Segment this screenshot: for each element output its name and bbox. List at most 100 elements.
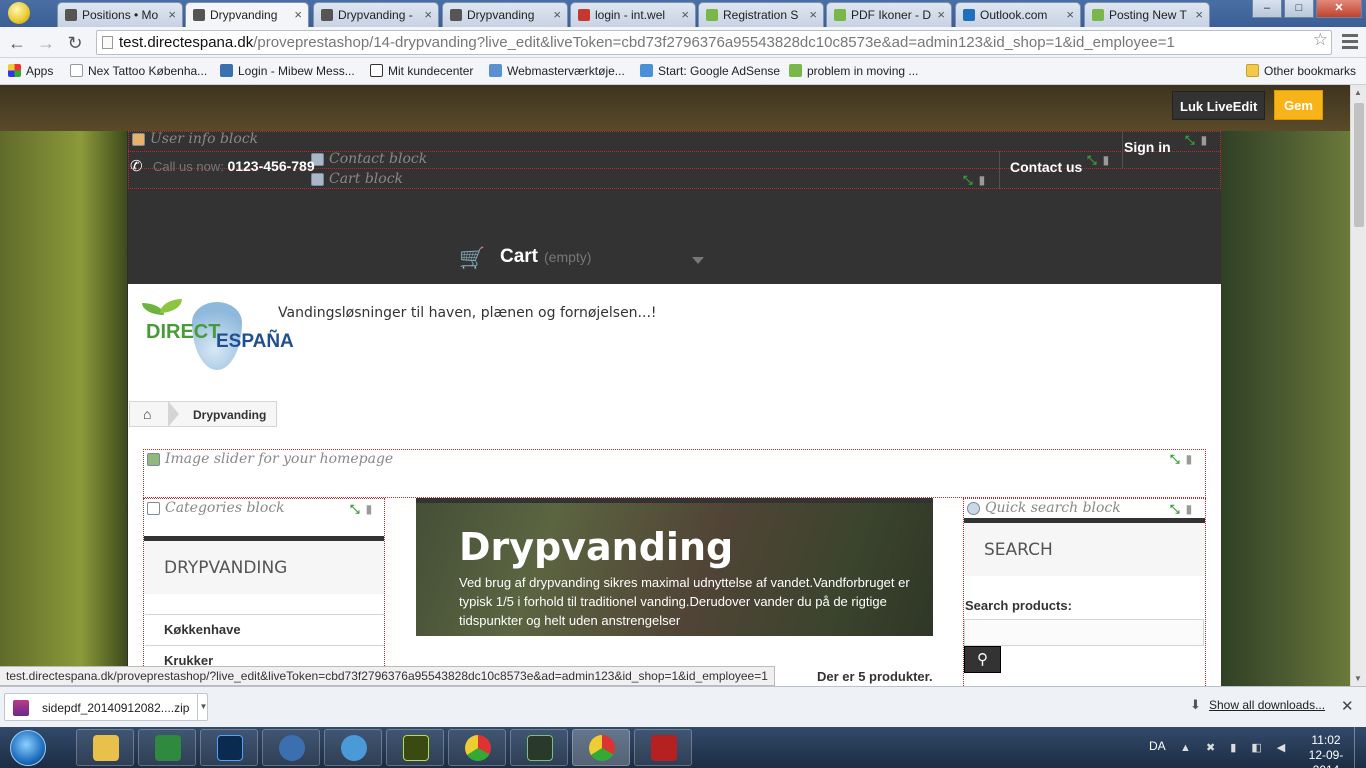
move-icon[interactable]: ⤡ <box>1170 502 1180 516</box>
categories-tools: ⤡ ▮ <box>350 502 372 517</box>
tab-4[interactable]: login - int.wel × <box>570 2 696 27</box>
tab-0[interactable]: Positions • Mo × <box>57 2 183 27</box>
tab-close-icon[interactable]: × <box>809 7 817 22</box>
taskbar-explorer[interactable] <box>76 729 134 766</box>
scrollbar-thumb[interactable] <box>1354 103 1364 227</box>
tab-7[interactable]: Outlook.com × <box>955 2 1081 27</box>
taskbar-thunderbird[interactable] <box>262 729 320 766</box>
taskbar-excel[interactable] <box>138 729 196 766</box>
cart-button[interactable]: 🛒 Cart (empty) <box>459 246 591 270</box>
bookmark-apps[interactable]: Apps <box>8 64 53 78</box>
windows-logo-icon <box>10 730 46 766</box>
tab-close-icon[interactable]: × <box>168 7 176 22</box>
tab-close-icon[interactable]: × <box>553 7 561 22</box>
window-controls: – □ ✕ <box>1252 0 1362 18</box>
save-button[interactable]: Gem <box>1274 90 1323 120</box>
bookmark-problem[interactable]: problem in moving ... <box>789 64 918 78</box>
browser-logo-icon <box>8 2 30 24</box>
sign-in-link[interactable]: Sign in <box>1124 139 1171 155</box>
download-item[interactable]: sidepdf_20140912082....zip ▼ <box>4 693 208 721</box>
bookmark-kundecenter[interactable]: Mit kundecenter <box>370 64 473 78</box>
bookmark-webmaster[interactable]: Webmasterværktøje... <box>489 64 625 78</box>
chat-icon <box>220 64 233 77</box>
minimize-icon[interactable]: – <box>1252 0 1282 18</box>
page-icon <box>102 36 113 49</box>
move-icon[interactable]: ⤡ <box>1170 452 1180 466</box>
tab-1[interactable]: Drypvanding × <box>185 2 309 27</box>
delete-icon[interactable]: ▮ <box>1103 153 1110 167</box>
chrome-icon <box>465 735 491 761</box>
dreamweaver-icon <box>403 735 429 761</box>
move-icon[interactable]: ⤡ <box>1087 153 1097 167</box>
categories-heading: DRYPVANDING <box>144 536 384 594</box>
tab-5[interactable]: Registration S × <box>698 2 824 27</box>
forward-icon[interactable]: → <box>35 32 57 54</box>
category-link-kokkenhave[interactable]: Køkkenhave <box>164 622 241 637</box>
browser-menu-icon[interactable] <box>1342 34 1358 52</box>
monitor-icon <box>527 735 553 761</box>
delete-icon[interactable]: ▮ <box>366 502 373 516</box>
mail-icon <box>279 735 305 761</box>
close-window-icon[interactable]: ✕ <box>1316 0 1362 18</box>
chevron-down-icon[interactable]: ▼ <box>197 694 209 720</box>
bookmark-nex-tattoo[interactable]: Nex Tattoo Københa... <box>70 64 207 78</box>
contact-us-link[interactable]: Contact us <box>1010 159 1082 175</box>
taskbar-monitor[interactable] <box>510 729 568 766</box>
taskbar-photoshop[interactable] <box>200 729 258 766</box>
user-info-tools: ⤡ ▮ <box>1185 133 1207 148</box>
address-bar[interactable]: test.directespana.dk/proveprestashop/14-… <box>96 30 1332 55</box>
move-icon[interactable]: ⤡ <box>1185 133 1195 147</box>
category-description: Ved brug af drypvanding sikres maximal u… <box>459 575 910 628</box>
product-count: Der er 5 produkter. <box>817 669 933 684</box>
tab-close-icon[interactable]: × <box>294 7 302 22</box>
move-icon[interactable]: ⤡ <box>350 502 360 516</box>
delete-icon[interactable]: ▮ <box>979 173 986 187</box>
bookmark-other[interactable]: Other bookmarks <box>1246 64 1356 78</box>
chevron-down-icon[interactable] <box>692 257 704 264</box>
bookmark-mibew[interactable]: Login - Mibew Mess... <box>220 64 355 78</box>
move-icon[interactable]: ⤡ <box>963 173 973 187</box>
taskbar-safari[interactable] <box>324 729 382 766</box>
reload-icon[interactable]: ↻ <box>64 32 86 54</box>
taskbar-chrome-active[interactable] <box>572 729 630 766</box>
tray-icons[interactable]: ▲ ✖ ▮ ◧ ◀ <box>1180 741 1291 754</box>
taskbar-dreamweaver[interactable] <box>386 729 444 766</box>
maximize-icon[interactable]: □ <box>1284 0 1314 18</box>
delete-icon[interactable]: ▮ <box>1201 133 1208 147</box>
search-icon: ⚲ <box>977 651 988 668</box>
tab-close-icon[interactable]: × <box>937 7 945 22</box>
home-icon[interactable]: ⌂ <box>143 406 151 422</box>
bookmark-adsense[interactable]: Start: Google AdSense <box>640 64 780 78</box>
taskbar-chrome[interactable] <box>448 729 506 766</box>
start-button[interactable] <box>2 728 54 767</box>
tab-8[interactable]: Posting New T × <box>1084 2 1210 27</box>
tab-close-icon[interactable]: × <box>424 7 432 22</box>
show-desktop-button[interactable] <box>1354 727 1366 768</box>
close-icon[interactable]: ✕ <box>1341 697 1354 715</box>
tab-3[interactable]: Drypvanding × <box>442 2 568 27</box>
delete-icon[interactable]: ▮ <box>1186 452 1193 466</box>
search-button[interactable]: ⚲ <box>964 646 1001 673</box>
show-all-downloads-link[interactable]: ⬇ Show all downloads... <box>1190 697 1325 712</box>
clock[interactable]: 11:0212-09-2014 <box>1297 733 1355 768</box>
delete-icon[interactable]: ▮ <box>1186 502 1193 516</box>
filezilla-icon <box>651 735 677 761</box>
tab-close-icon[interactable]: × <box>1195 7 1203 22</box>
tab-favicon-icon <box>450 9 462 21</box>
tab-close-icon[interactable]: × <box>681 7 689 22</box>
user-icon <box>132 133 145 146</box>
slider-tools: ⤡ ▮ <box>1170 452 1192 467</box>
outlook-icon <box>963 9 975 21</box>
taskbar-filezilla[interactable] <box>634 729 692 766</box>
tab-6[interactable]: PDF Ikoner - D × <box>826 2 952 27</box>
tab-2[interactable]: Drypvanding - × <box>313 2 439 27</box>
back-icon[interactable]: ← <box>6 32 28 54</box>
tab-favicon-icon <box>321 9 333 21</box>
search-input[interactable] <box>964 619 1204 646</box>
close-liveedit-button[interactable]: Luk LiveEdit <box>1172 91 1266 120</box>
bookmark-star-icon[interactable]: ☆ <box>1313 30 1328 50</box>
folder-icon <box>1246 64 1259 77</box>
page-scrollbar[interactable]: ▲ ▼ <box>1350 85 1366 686</box>
language-indicator[interactable]: DA <box>1149 739 1166 753</box>
tab-close-icon[interactable]: × <box>1066 7 1074 22</box>
